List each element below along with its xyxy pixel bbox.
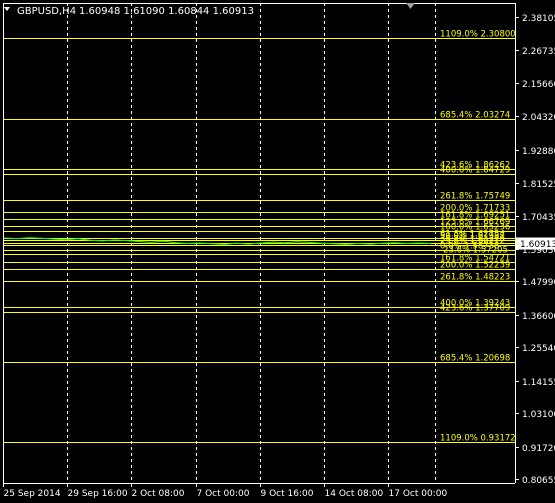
price-tick-label: 0.91720 [522, 444, 555, 454]
price-tick-label: 2.38105 [522, 14, 555, 24]
symbol-label: GBPUSD,H4 [17, 6, 76, 17]
price-tick-label: 1.92880 [522, 147, 555, 157]
fib-level-label: 685.4% 2.03274 [440, 111, 510, 121]
fib-level-label: 1109.0% 0.93172 [440, 434, 516, 444]
current-price-label: 1.60913 [520, 240, 555, 250]
time-tick-label: 17 Oct 00:00 [389, 489, 448, 499]
fib-level-label: 261.8% 1.75749 [440, 192, 510, 202]
price-tick-label: 2.15660 [522, 80, 555, 90]
price-tick-label: 2.04320 [522, 113, 555, 123]
fib-level-label: 200.0% 1.52239 [440, 261, 510, 271]
ohlc-values: 1.60948 1.61090 1.60844 1.60913 [79, 6, 254, 17]
price-tick-label: 1.81525 [522, 180, 555, 190]
fib-level-label: 261.8% 1.48223 [440, 273, 510, 283]
time-tick-label: 29 Sep 16:00 [68, 489, 128, 499]
fib-level-label: 685.4% 1.20698 [440, 354, 510, 364]
time-tick-label: 9 Oct 16:00 [261, 489, 314, 499]
price-tick-label: 1.36600 [522, 312, 555, 322]
chart-window[interactable]: 1109.0% 2.30800 685.4% 2.03274 423.6% 1.86… [0, 0, 555, 499]
time-tick-label: 7 Oct 00:00 [197, 489, 250, 499]
price-tick-label: 1.03100 [522, 410, 555, 420]
fib-level-label: 1109.0% 2.30800 [440, 30, 516, 40]
price-tick-label: 0.80655 [522, 476, 555, 486]
time-tick-label: 25 Sep 2014 [4, 489, 61, 499]
fib-level-label: 400.0% 1.84729 [440, 166, 510, 176]
price-tick-label: 1.47990 [522, 278, 555, 288]
fib-level-label: 423.6% 1.37709 [440, 304, 510, 314]
time-tick-label: 14 Oct 08:00 [325, 489, 384, 499]
time-tick-label: 2 Oct 08:00 [132, 489, 185, 499]
price-tick-label: 1.14155 [522, 378, 555, 388]
price-tick-label: 1.25540 [522, 344, 555, 354]
price-tick-label: 1.70435 [522, 213, 555, 223]
price-chart[interactable]: 1109.0% 2.30800685.4% 2.03274423.6% 1.86… [0, 0, 555, 499]
price-tick-label: 2.26735 [522, 47, 555, 57]
